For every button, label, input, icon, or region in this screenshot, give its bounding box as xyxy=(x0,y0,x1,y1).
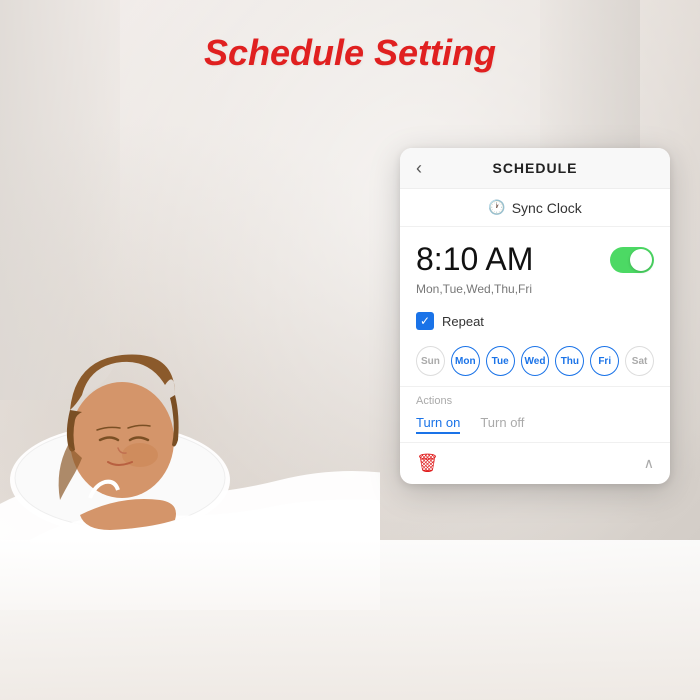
day-tue[interactable]: Tue xyxy=(486,346,515,376)
card-header: ‹ SCHEDULE xyxy=(400,148,670,189)
delete-button[interactable]: 🗑 xyxy=(416,453,439,474)
turn-off-button[interactable]: Turn off xyxy=(480,413,524,434)
actions-label: Actions xyxy=(416,395,654,407)
sync-clock-label: Sync Clock xyxy=(512,200,582,216)
repeat-row: ✓ Repeat xyxy=(400,306,670,336)
day-thu[interactable]: Thu xyxy=(555,346,584,376)
collapse-button[interactable]: ∧ xyxy=(644,455,654,472)
day-buttons-row: Sun Mon Tue Wed Thu Fri Sat xyxy=(400,336,670,386)
card-bottom: 🗑 ∧ xyxy=(400,442,670,484)
back-button[interactable]: ‹ xyxy=(416,158,422,179)
repeat-checkbox[interactable]: ✓ xyxy=(416,312,434,330)
time-display[interactable]: 8:10 AM xyxy=(416,241,533,278)
sync-clock-icon: 🕐 xyxy=(488,199,505,216)
actions-section: Actions Turn on Turn off xyxy=(400,386,670,442)
days-subtitle: Mon,Tue,Wed,Thu,Fri xyxy=(400,282,670,306)
sync-row[interactable]: 🕐 Sync Clock xyxy=(400,189,670,227)
schedule-toggle[interactable] xyxy=(610,247,654,273)
repeat-label: Repeat xyxy=(442,314,484,329)
toggle-knob xyxy=(630,249,652,271)
time-row: 8:10 AM xyxy=(400,227,670,282)
day-fri[interactable]: Fri xyxy=(590,346,619,376)
page-title: Schedule Setting xyxy=(0,32,700,74)
actions-row: Turn on Turn off xyxy=(416,413,654,434)
day-sun[interactable]: Sun xyxy=(416,346,445,376)
day-wed[interactable]: Wed xyxy=(521,346,550,376)
bed-sheet xyxy=(0,540,700,700)
card-title: SCHEDULE xyxy=(492,160,577,176)
day-sat[interactable]: Sat xyxy=(625,346,654,376)
schedule-card: ‹ SCHEDULE 🕐 Sync Clock 8:10 AM Mon,Tue,… xyxy=(400,148,670,484)
day-mon[interactable]: Mon xyxy=(451,346,480,376)
turn-on-button[interactable]: Turn on xyxy=(416,413,460,434)
